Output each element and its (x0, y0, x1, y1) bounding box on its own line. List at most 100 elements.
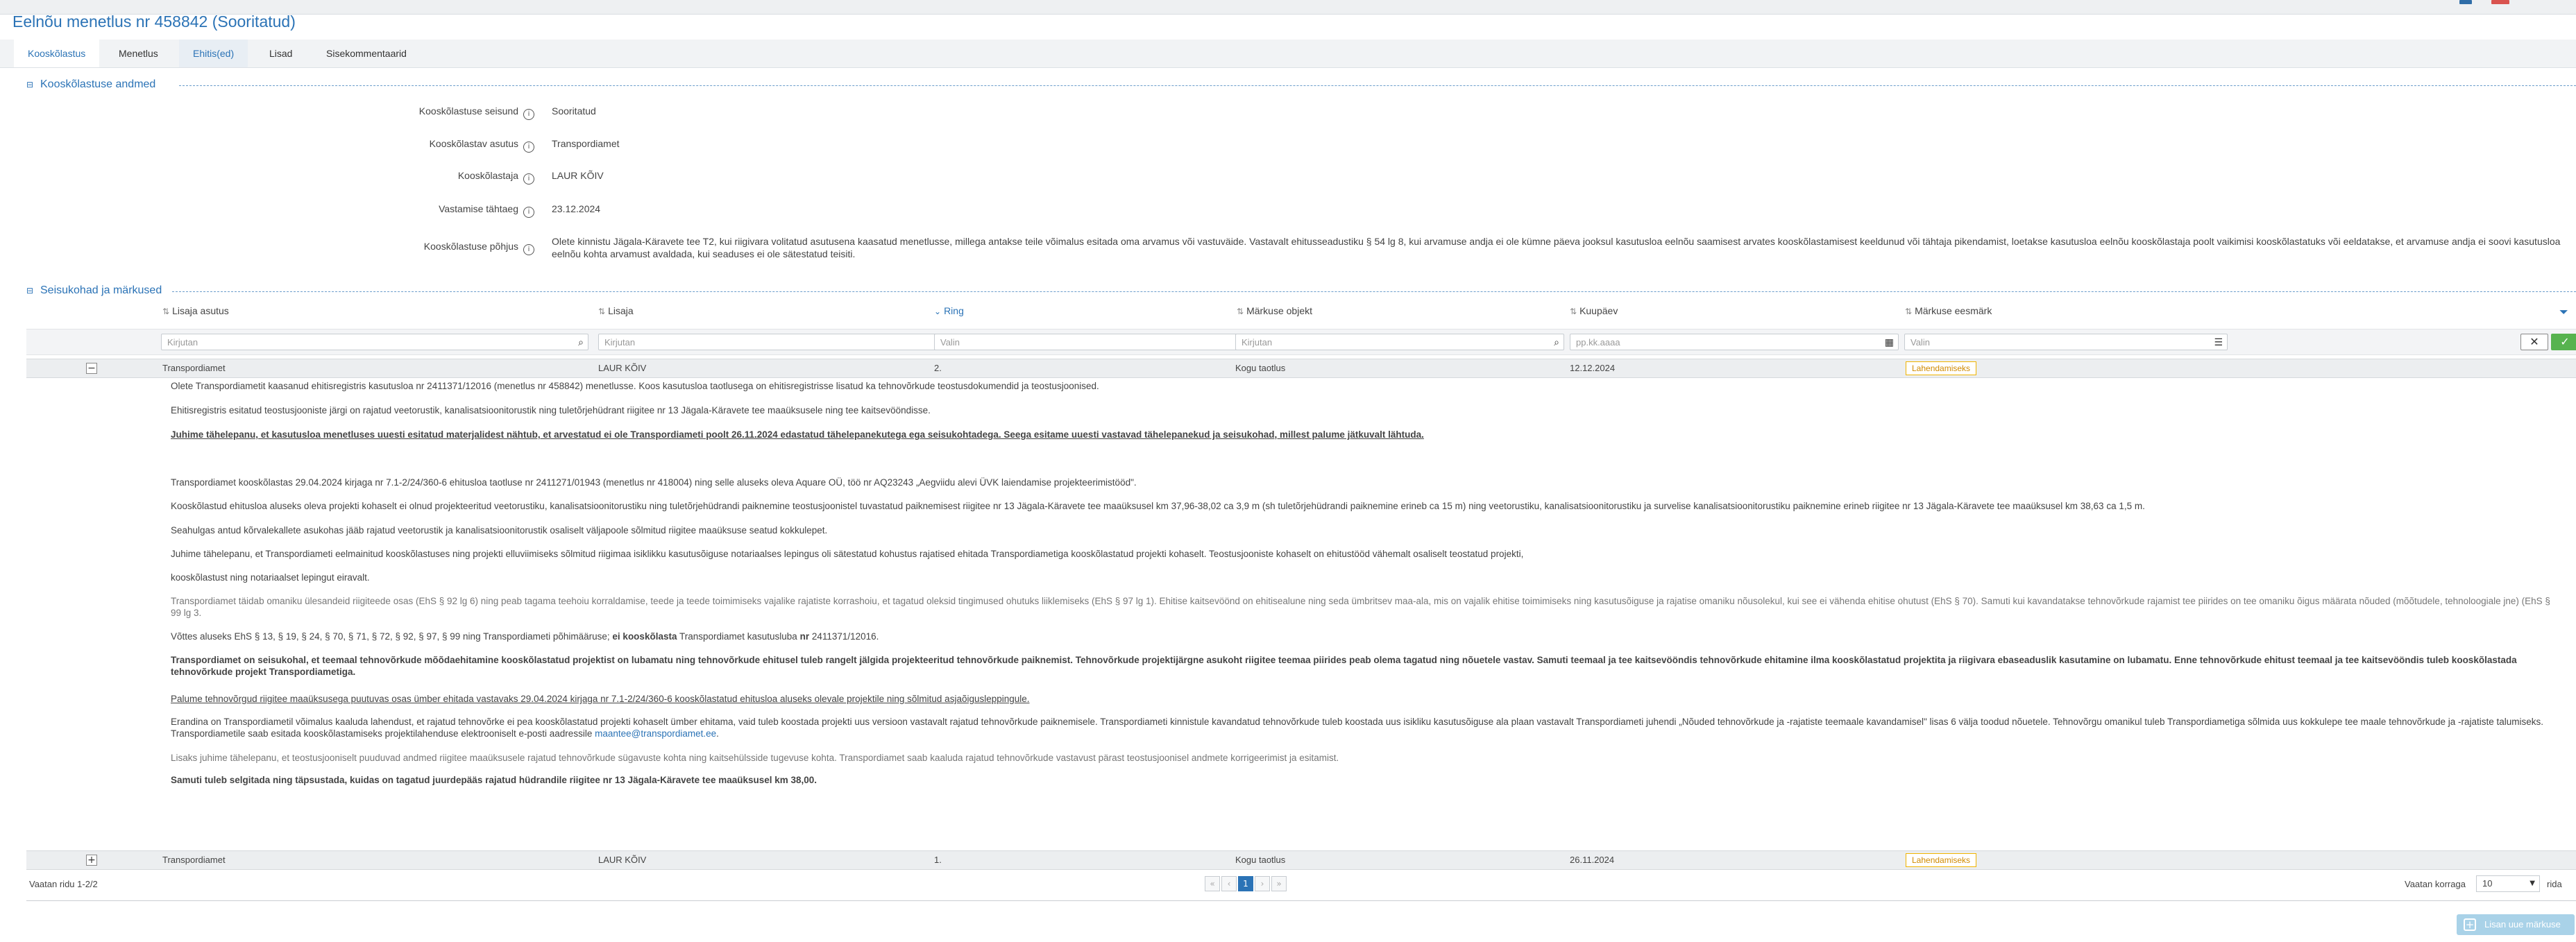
sort-icon: ⇅ (162, 307, 170, 316)
per-page-value: 10 (2482, 878, 2493, 889)
section-kooskolastuse-andmed[interactable]: ⊟ Kooskõlastuse andmed (26, 78, 2576, 94)
section-divider (172, 291, 2576, 292)
col-ring[interactable]: ⌄ Ring (934, 305, 964, 316)
detail-paragraph: Võttes aluseks EhS § 13, § 19, § 24, § 7… (171, 631, 2558, 642)
placeholder: pp.kk.aaaa (1576, 337, 1620, 348)
filter-kuupaev[interactable]: pp.kk.aaaa ▦ (1570, 334, 1899, 350)
section-title: Seisukohad ja märkused (40, 284, 162, 296)
info-icon[interactable]: i (523, 109, 534, 120)
table-row[interactable]: + Transpordiamet LAUR KÕIV 1. Kogu taotl… (26, 850, 2576, 870)
placeholder: Valin (940, 337, 960, 348)
field-label-seisund: Kooskõlastuse seisund i (49, 105, 534, 120)
plus-icon: + (2464, 918, 2476, 931)
field-label-asutus: Kooskõlastav asutus i (49, 138, 534, 153)
collapse-row-button[interactable]: − (86, 363, 97, 374)
detail-paragraph: Transpordiamet täidab omaniku ülesandeid… (171, 596, 2550, 618)
tab-sisekommentaarid[interactable]: Sisekommentaarid (312, 40, 421, 67)
current-page-button[interactable]: 1 (1238, 876, 1253, 891)
user-menu-indicator[interactable] (2459, 0, 2472, 4)
add-remark-button[interactable]: + Lisan uue märkuse (2457, 914, 2575, 935)
section-seisukohad[interactable]: ⊟ Seisukohad ja märkused (26, 284, 2576, 300)
sort-icon: ⇅ (598, 307, 606, 316)
collapse-icon[interactable]: ⊟ (26, 286, 35, 295)
filter-icon[interactable]: ⏷ (2559, 305, 2568, 319)
next-page-button[interactable]: › (1255, 876, 1270, 891)
status-badge: Lahendamiseks (1906, 361, 1977, 375)
detail-paragraph: Kooskõlastud ehitusloa aluseks oleva pro… (171, 501, 2145, 511)
detail-paragraph: Juhime tähelepanu, et kasutusloa menetlu… (171, 429, 1424, 440)
col-lisaja-asutus[interactable]: ⇅ Lisaja asutus (162, 305, 229, 316)
apply-filters-button[interactable]: ✓ (2551, 334, 2576, 350)
col-markuse-objekt[interactable]: ⇅ Märkuse objekt (1237, 305, 1312, 316)
detail-paragraph: Seahulgas antud kõrvalekallete asukohas … (171, 525, 828, 536)
logout-indicator[interactable] (2491, 0, 2509, 4)
label-text: Kooskõlastaja (457, 170, 518, 181)
cell-ring: 2. (934, 363, 942, 373)
per-page-suffix: rida (2547, 879, 2562, 889)
tab-menetlus[interactable]: Menetlus (105, 40, 172, 67)
label-text: Kooskõlastuse põhjus (423, 241, 518, 252)
collapse-icon[interactable]: ⊟ (26, 80, 35, 89)
placeholder: Kirjutan (167, 337, 198, 348)
last-page-button[interactable]: » (1271, 876, 1287, 891)
expand-row-button[interactable]: + (86, 855, 97, 866)
section-title: Kooskõlastuse andmed (40, 78, 156, 90)
status-badge: Lahendamiseks (1906, 853, 1977, 867)
filter-lisaja-asutus[interactable]: Kirjutan ⌕ (161, 334, 588, 350)
placeholder: Kirjutan (1242, 337, 1273, 348)
text-span: Võttes aluseks EhS § 13, § 19, § 24, § 7… (171, 631, 613, 642)
tab-ehitised[interactable]: Ehitis(ed) (179, 40, 248, 67)
table-row[interactable]: − Transpordiamet LAUR KÕIV 2. Kogu taotl… (26, 359, 2576, 378)
info-icon[interactable]: i (523, 207, 534, 218)
field-label-pohjus: Kooskõlastuse põhjus i (49, 241, 534, 255)
per-page-select[interactable]: 10 ▼ (2476, 875, 2540, 892)
col-markuse-eesmark[interactable]: ⇅ Märkuse eesmärk (1905, 305, 1992, 316)
info-icon[interactable]: i (523, 173, 534, 185)
chevron-down-icon: ▼ (2530, 880, 2535, 887)
detail-paragraph: Ehitisregistris esitatud teostusjooniste… (171, 405, 931, 416)
sort-desc-icon: ⌄ (934, 307, 942, 316)
cell-ring: 1. (934, 855, 942, 865)
field-label-kooskolastaja: Kooskõlastaja i (49, 170, 534, 185)
calendar-icon: ▦ (1884, 337, 1894, 348)
filter-ring[interactable]: Valin☰ (934, 334, 1257, 350)
filter-lisaja[interactable]: Kirjutan⌕ (598, 334, 956, 350)
cell-lisaja: LAUR KÕIV (598, 855, 647, 865)
first-page-button[interactable]: « (1205, 876, 1220, 891)
info-icon[interactable]: i (523, 244, 534, 255)
add-remark-label: Lisan uue märkuse (2484, 919, 2561, 930)
col-kuupaev[interactable]: ⇅ Kuupäev (1570, 305, 1618, 316)
cell-objekt: Kogu taotlus (1235, 855, 1286, 865)
col-label: Lisaja asutus (172, 305, 229, 316)
placeholder: Valin (1910, 337, 1930, 348)
info-icon[interactable]: i (523, 142, 534, 153)
check-icon: ✓ (2560, 335, 2570, 348)
field-value-kooskolastaja: LAUR KÕIV (552, 170, 604, 181)
clear-filters-button[interactable]: ✕ (2520, 334, 2548, 350)
search-icon: ⌕ (1554, 337, 1559, 348)
tab-kooskolastus[interactable]: Kooskõlastus (14, 40, 100, 67)
text-span: 2411371/12016. (809, 631, 879, 642)
filter-markuse-objekt[interactable]: Kirjutan ⌕ (1235, 334, 1564, 350)
cell-asutus: Transpordiamet (162, 855, 226, 865)
page-title: Eelnõu menetlus nr 458842 (Sooritatud) (12, 12, 296, 31)
text-span-bold: nr (799, 631, 810, 642)
sort-icon: ⇅ (1905, 307, 1913, 316)
detail-paragraph: Juhime tähelepanu, et Transpordiameti ee… (171, 549, 1524, 559)
filter-markuse-eesmark[interactable]: Valin ☰ (1904, 334, 2228, 350)
cell-asutus: Transpordiamet (162, 363, 226, 373)
tab-bar: Kooskõlastus Menetlus Ehitis(ed) Lisad S… (0, 40, 2576, 68)
detail-paragraph: Lisaks juhime tähelepanu, et teostusjoon… (171, 753, 1339, 763)
col-lisaja[interactable]: ⇅ Lisaja (598, 305, 634, 316)
placeholder: Kirjutan (604, 337, 636, 348)
tab-lisad[interactable]: Lisad (255, 40, 306, 67)
col-label: Märkuse objekt (1246, 305, 1312, 316)
per-page-label: Vaatan korraga (2405, 879, 2466, 889)
remark-detail: Olete Transpordiametit kaasanud ehitisre… (171, 380, 2558, 796)
prev-page-button[interactable]: ‹ (1221, 876, 1237, 891)
email-link[interactable]: maantee@transpordiamet.ee (595, 728, 716, 739)
top-bar (0, 0, 2576, 15)
field-label-tahtaeg: Vastamise tähtaeg i (49, 203, 534, 218)
search-icon: ⌕ (578, 337, 584, 348)
detail-paragraph: Palume tehnovõrgud riigitee maaüksusega … (171, 694, 1030, 704)
